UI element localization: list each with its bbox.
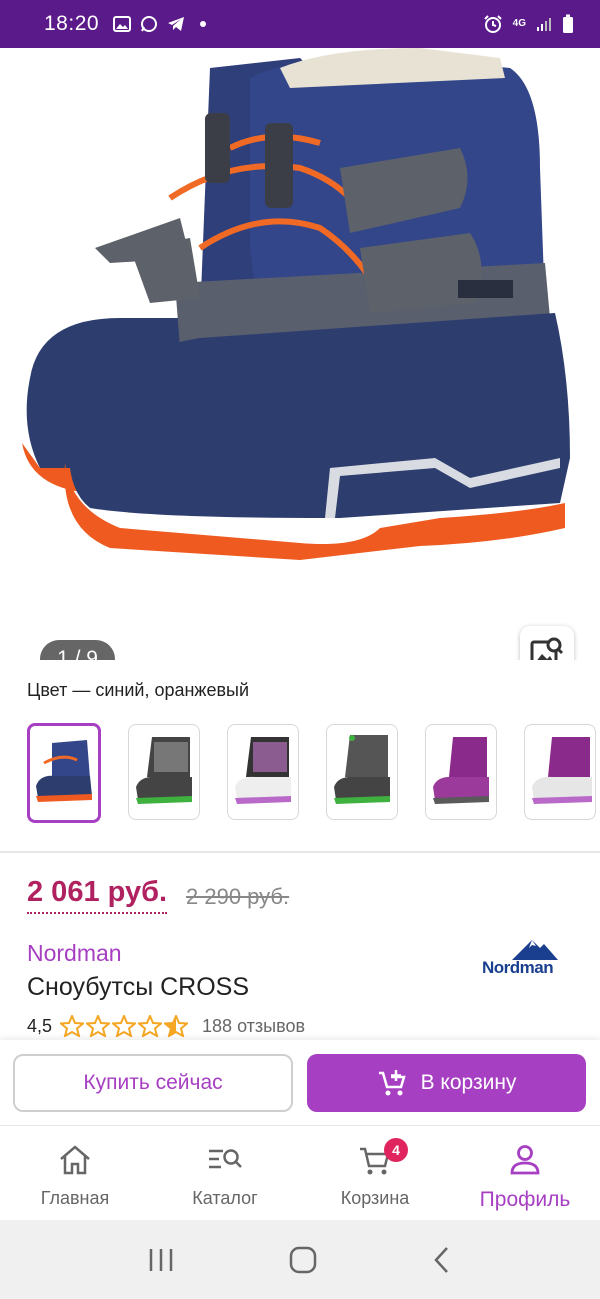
alarm-icon bbox=[483, 15, 502, 33]
system-navigation-bar bbox=[0, 1220, 600, 1299]
color-swatch-white-purple-print[interactable] bbox=[227, 724, 299, 820]
nav-label-profile: Профиль bbox=[479, 1188, 571, 1211]
brand-logo-text: Nordman bbox=[482, 958, 554, 977]
home-icon bbox=[60, 1145, 90, 1175]
reviews-count[interactable]: 188 отзывов bbox=[202, 1016, 305, 1037]
color-swatch-grey-green[interactable] bbox=[326, 724, 398, 820]
star-icon bbox=[86, 1015, 111, 1037]
buy-now-button[interactable]: Купить сейчас bbox=[13, 1054, 293, 1112]
nav-label-catalog: Каталог bbox=[192, 1188, 258, 1208]
product-photo bbox=[22, 48, 570, 560]
bottom-navigation: Главная Каталог Корзина 4 Профиль bbox=[0, 1125, 600, 1221]
profile-icon bbox=[510, 1145, 540, 1175]
rating-stars bbox=[60, 1015, 189, 1037]
brand-link[interactable]: Nordman bbox=[27, 940, 122, 967]
star-icon bbox=[112, 1015, 137, 1037]
rating-row[interactable]: 4,5 188 отзывов bbox=[27, 1015, 305, 1037]
network-type: 4G bbox=[512, 18, 526, 29]
color-swatch-navy-orange[interactable] bbox=[27, 723, 101, 823]
half-star-icon bbox=[164, 1015, 189, 1037]
gallery-notification-icon bbox=[113, 16, 132, 32]
image-search-icon bbox=[530, 637, 564, 660]
current-price[interactable]: 2 061 руб. bbox=[27, 876, 168, 914]
cart-count-badge: 4 bbox=[384, 1138, 408, 1162]
image-search-button[interactable] bbox=[520, 626, 574, 660]
nav-item-catalog[interactable]: Каталог bbox=[150, 1126, 300, 1221]
brand-logo[interactable]: Nordman bbox=[482, 936, 576, 980]
whatsapp-icon bbox=[141, 16, 158, 32]
color-swatch-purple[interactable] bbox=[425, 724, 497, 820]
more-notifications-dot bbox=[200, 21, 207, 27]
status-time: 18:20 bbox=[44, 12, 100, 35]
add-to-cart-label: В корзину bbox=[420, 1071, 517, 1094]
buy-now-label: Купить сейчас bbox=[83, 1071, 223, 1094]
catalog-search-icon bbox=[209, 1149, 242, 1169]
nav-item-home[interactable]: Главная bbox=[0, 1126, 150, 1221]
section-divider bbox=[0, 851, 600, 853]
signal-icon bbox=[537, 18, 551, 31]
purchase-action-bar: Купить сейчас В корзину bbox=[0, 1040, 600, 1125]
telegram-icon bbox=[168, 17, 185, 31]
color-label: Цвет — синий, оранжевый bbox=[27, 680, 250, 700]
home-button-icon[interactable] bbox=[288, 1245, 318, 1275]
color-swatch-grey-green-print[interactable] bbox=[128, 724, 200, 820]
system-status-icons: 4G bbox=[483, 14, 574, 34]
add-to-cart-button[interactable]: В корзину bbox=[307, 1054, 586, 1112]
old-price: 2 290 руб. bbox=[186, 884, 290, 909]
product-image-gallery[interactable]: 1 / 9 bbox=[0, 48, 600, 660]
recent-apps-icon[interactable] bbox=[147, 1247, 175, 1273]
color-swatch-purple-white[interactable] bbox=[524, 724, 596, 820]
battery-icon bbox=[563, 14, 573, 33]
product-title: Сноубутсы CROSS bbox=[27, 973, 250, 1001]
nav-label-cart: Корзина bbox=[340, 1188, 410, 1208]
image-counter: 1 / 9 bbox=[40, 640, 115, 660]
nav-item-cart[interactable]: Корзина 4 bbox=[300, 1126, 450, 1221]
nav-item-profile[interactable]: Профиль bbox=[450, 1126, 600, 1221]
add-to-cart-icon bbox=[378, 1070, 406, 1096]
rating-value: 4,5 bbox=[27, 1015, 53, 1036]
star-icon bbox=[138, 1015, 163, 1037]
notification-icons bbox=[113, 15, 207, 33]
nav-label-home: Главная bbox=[40, 1188, 110, 1208]
star-icon bbox=[60, 1015, 85, 1037]
color-swatches bbox=[27, 723, 596, 823]
back-icon[interactable] bbox=[431, 1245, 453, 1275]
status-bar: 18:20 4G bbox=[0, 0, 600, 48]
